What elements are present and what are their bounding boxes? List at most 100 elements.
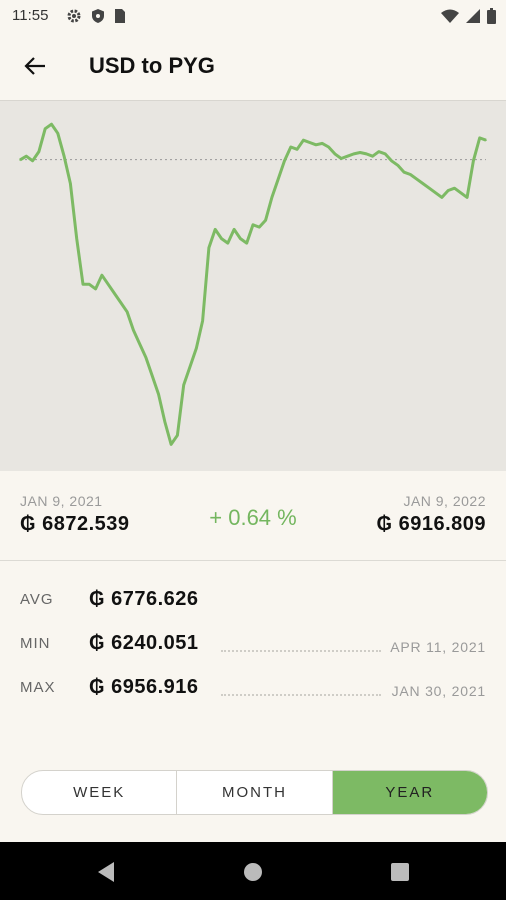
data-point [19,159,21,161]
rate-chart[interactable] [0,100,506,471]
data-point [258,226,261,228]
stat-date: APR 11, 2021 [390,639,486,655]
stat-date: JAN 30, 2021 [391,683,486,699]
data-point [227,242,229,244]
settings-icon [66,8,82,29]
data-point [428,187,431,189]
data-point [302,139,305,141]
data-point [409,173,412,176]
square-recents-icon [391,863,409,881]
data-point [25,155,28,157]
data-point [359,151,361,154]
data-point [151,375,153,377]
data-point [50,123,53,125]
stat-value: ₲ 6956.916 [89,676,199,698]
data-point [447,189,450,192]
data-point [138,343,141,345]
data-point [38,150,40,153]
battery-icon [487,8,496,29]
data-point [277,178,280,180]
data-point [472,160,475,162]
data-point [195,347,198,350]
nav-home-button[interactable] [241,860,265,884]
data-point [453,187,456,189]
stat-label: MAX [20,679,56,696]
data-point [353,153,355,155]
wifi-icon [441,8,459,29]
period-selector: WEEK MONTH YEAR [21,770,488,815]
data-point [441,196,443,199]
sim-card-icon [114,8,126,29]
data-point [296,148,298,151]
data-point [63,155,65,157]
data-point [422,182,424,185]
data-point [378,150,380,153]
data-point [365,153,368,155]
data-point [434,192,437,194]
status-time: 11:55 [12,7,49,24]
nav-back-button[interactable] [94,860,118,884]
data-point [327,146,330,148]
app-bar: USD to PYG [0,32,506,100]
data-point [384,153,387,155]
data-point [94,288,97,290]
data-point [415,178,418,180]
data-point [371,155,374,157]
data-point [403,171,405,173]
data-point [290,146,292,148]
data-point [334,153,336,155]
data-point [233,228,235,231]
status-bar: 11:55 [0,0,506,32]
dotted-leader [221,694,381,696]
end-date: JAN 9, 2022 [403,493,486,509]
data-point [82,283,84,286]
circle-home-icon [244,863,262,881]
data-point [208,246,210,249]
data-point [170,443,172,446]
data-point [75,237,78,240]
tab-year[interactable]: YEAR [332,771,487,814]
dotted-leader [221,650,381,652]
data-point [220,237,223,240]
end-value: ₲ 6916.809 [376,513,486,535]
data-point [252,224,254,226]
shield-icon [91,8,105,29]
stat-row-min: MIN ₲ 6240.051 APR 11, 2021 [0,630,506,660]
data-point [176,434,179,437]
nav-recents-button[interactable] [388,860,412,884]
data-point [201,320,204,322]
stat-row-max: MAX ₲ 6956.916 JAN 30, 2021 [0,674,506,704]
stat-row-avg: AVG ₲ 6776.626 [0,586,506,616]
data-point [57,132,59,135]
arrow-left-icon [24,57,45,75]
data-point [239,237,242,240]
tab-month[interactable]: MONTH [177,771,333,814]
data-point [189,365,191,368]
data-point [107,283,109,286]
data-point [390,160,393,162]
stat-label: MIN [20,635,51,652]
system-nav-bar [0,842,506,900]
period-summary: JAN 9, 2021 ₲ 6872.539 + 0.64 % JAN 9, 2… [0,470,506,561]
data-point [308,141,311,144]
data-point [132,329,135,331]
data-point [120,301,122,304]
data-point [245,242,248,244]
data-point [157,393,160,395]
stat-value: ₲ 6776.626 [89,588,199,610]
data-point [466,196,468,199]
data-point [44,127,46,130]
data-point [478,137,481,139]
tab-week[interactable]: WEEK [22,771,178,814]
data-point [164,420,166,423]
data-point [31,160,34,162]
data-point [88,283,91,286]
rate-chart-svg [19,122,487,446]
back-button[interactable] [18,50,52,82]
data-point [397,164,399,167]
data-point [485,139,487,141]
data-point [101,274,103,276]
data-point [271,196,273,199]
data-point [69,182,72,185]
stat-label: AVG [20,591,54,608]
